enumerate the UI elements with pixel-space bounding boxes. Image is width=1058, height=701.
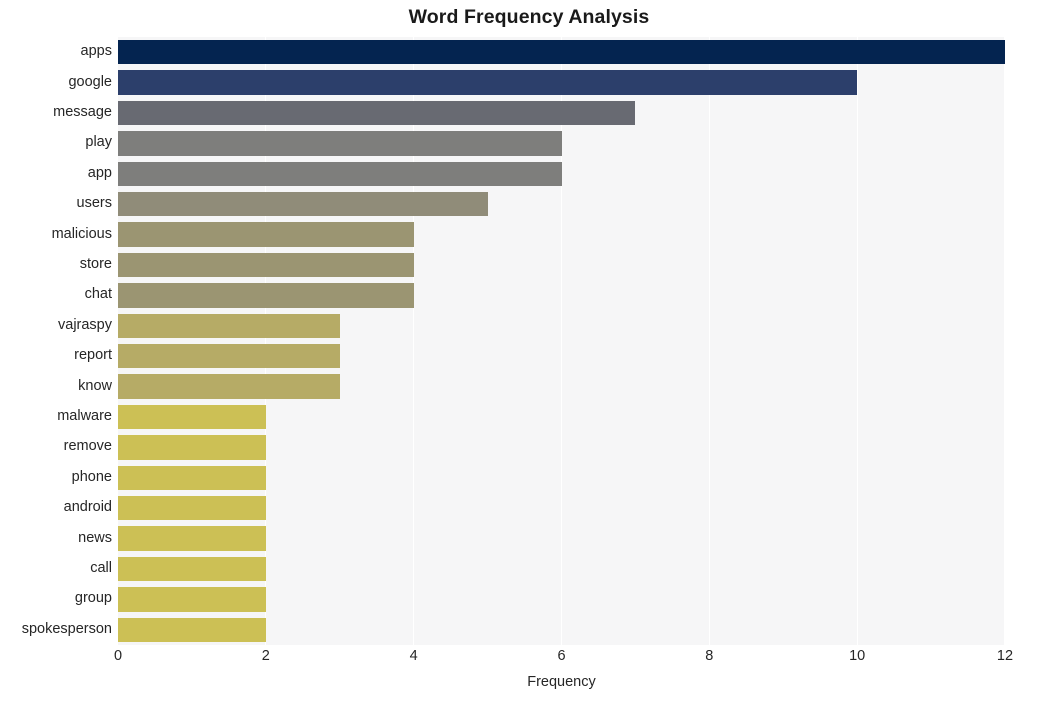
- bar-malicious[interactable]: [118, 222, 414, 247]
- bar-report[interactable]: [118, 344, 340, 369]
- bar-row[interactable]: [118, 587, 1005, 612]
- x-tick-label-12: 12: [996, 648, 1014, 664]
- bar-row[interactable]: [118, 40, 1005, 65]
- bar-row[interactable]: [118, 465, 1005, 490]
- bars-layer: [118, 37, 1005, 645]
- bar-chat[interactable]: [118, 283, 414, 308]
- bar-app[interactable]: [118, 161, 562, 186]
- bar-store[interactable]: [118, 252, 414, 278]
- bar-row[interactable]: [118, 496, 1005, 521]
- x-tick-label-8: 8: [705, 648, 714, 664]
- bar-row[interactable]: [118, 404, 1005, 430]
- y-tick-label-remove: remove: [63, 438, 112, 455]
- y-tick-label-phone: phone: [71, 468, 112, 485]
- bar-row[interactable]: [118, 526, 1005, 551]
- y-tick-label-chat: chat: [84, 286, 112, 303]
- y-tick-label-know: know: [78, 377, 112, 394]
- y-tick-label-call: call: [90, 560, 112, 576]
- bar-row[interactable]: [118, 374, 1005, 399]
- y-tick-label-vajraspy: vajraspy: [58, 316, 112, 333]
- bar-row[interactable]: [118, 435, 1005, 460]
- y-tick-label-apps: apps: [80, 43, 112, 60]
- x-tick-label-10: 10: [849, 648, 866, 664]
- bar-android[interactable]: [118, 496, 266, 521]
- y-tick-label-google: google: [68, 73, 112, 90]
- bar-row[interactable]: [118, 222, 1005, 247]
- bar-row[interactable]: [118, 252, 1005, 278]
- bar-row[interactable]: [118, 192, 1005, 217]
- y-axis-tick-labels: apps google message play app users malicious st…: [0, 37, 112, 645]
- y-tick-label-spokesperson: spokesperson: [21, 620, 112, 637]
- bar-row[interactable]: [118, 344, 1005, 369]
- x-tick-label-2: 2: [261, 648, 270, 664]
- chart-title: Word Frequency Analysis: [408, 6, 650, 28]
- bar-row[interactable]: [118, 313, 1005, 338]
- x-tick-label-0: 0: [113, 648, 123, 664]
- bar-news[interactable]: [118, 526, 266, 551]
- bar-vajraspy[interactable]: [118, 313, 340, 338]
- bar-row[interactable]: [118, 131, 1005, 156]
- y-tick-label-report: report: [74, 347, 112, 364]
- x-tick-label-6: 6: [557, 648, 566, 664]
- bar-phone[interactable]: [118, 465, 266, 490]
- bar-users[interactable]: [118, 192, 488, 217]
- y-tick-label-users: users: [76, 195, 112, 212]
- x-axis-tick-labels: 0 2 4 6 8 10 12: [114, 648, 1013, 672]
- x-axis-title: Frequency: [527, 674, 596, 690]
- chart-figure: Word Frequency Analysis apps google messag…: [0, 0, 1058, 701]
- bar-google[interactable]: [118, 70, 858, 95]
- y-tick-label-android: android: [63, 499, 112, 516]
- bar-remove[interactable]: [118, 435, 266, 460]
- y-tick-label-news: news: [78, 529, 112, 546]
- bar-row[interactable]: [118, 617, 1005, 642]
- bar-message[interactable]: [118, 100, 636, 126]
- bar-row[interactable]: [118, 70, 1005, 95]
- y-tick-label-message: message: [53, 104, 112, 120]
- bar-row[interactable]: [118, 556, 1005, 582]
- bar-spokesperson[interactable]: [118, 617, 266, 642]
- y-tick-label-play: play: [85, 134, 112, 151]
- bar-call[interactable]: [118, 556, 266, 582]
- x-tick-label-4: 4: [409, 648, 418, 664]
- y-tick-label-malicious: malicious: [51, 225, 112, 242]
- plot-area: [118, 37, 1006, 645]
- bar-malware[interactable]: [118, 404, 266, 430]
- bar-row[interactable]: [118, 100, 1005, 126]
- bar-play[interactable]: [118, 131, 562, 156]
- y-tick-label-malware: malware: [57, 408, 112, 424]
- bar-group[interactable]: [118, 587, 266, 612]
- y-tick-label-app: app: [87, 164, 112, 181]
- bar-row[interactable]: [118, 161, 1005, 186]
- y-tick-label-store: store: [79, 256, 112, 272]
- bar-apps[interactable]: [118, 40, 1005, 65]
- bar-row[interactable]: [118, 283, 1005, 308]
- y-tick-label-group: group: [74, 590, 112, 607]
- bar-know[interactable]: [118, 374, 340, 399]
